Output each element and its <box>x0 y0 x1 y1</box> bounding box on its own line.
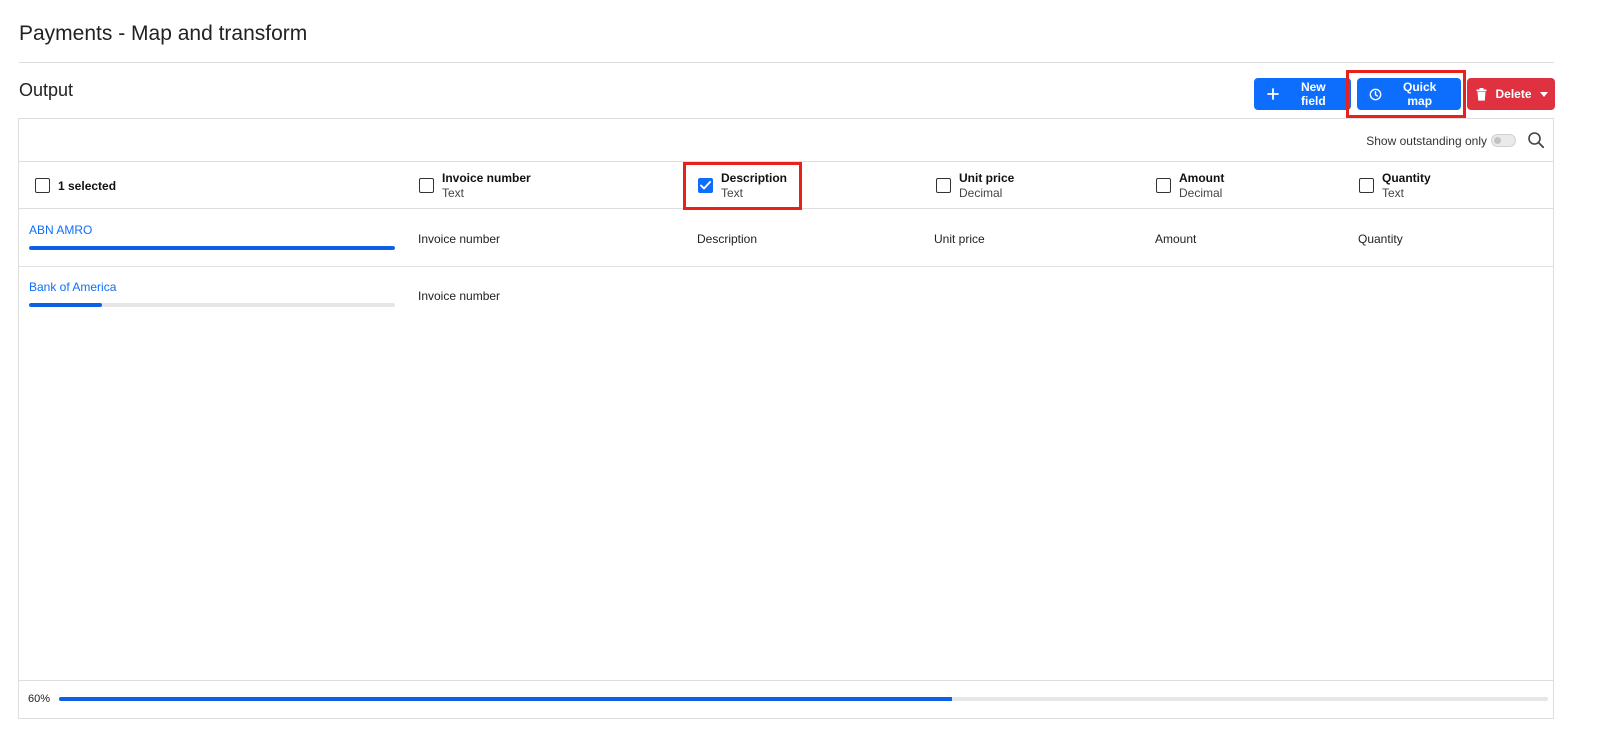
page-title: Payments - Map and transform <box>19 22 308 45</box>
toggle-knob <box>1494 137 1501 144</box>
column-header-amount: Amount Decimal <box>1156 162 1224 209</box>
column-name: Quantity <box>1382 170 1431 185</box>
caret-down-icon <box>1539 87 1548 101</box>
show-outstanding-toggle[interactable] <box>1491 134 1516 147</box>
select-all-checkbox[interactable] <box>35 178 50 193</box>
row-progress-bar <box>29 303 395 307</box>
column-checkbox-quantity[interactable] <box>1359 178 1374 193</box>
show-outstanding-label: Show outstanding only <box>1366 134 1487 148</box>
column-header-invoice-number: Invoice number Text <box>419 162 531 209</box>
column-checkbox-unit-price[interactable] <box>936 178 951 193</box>
plus-icon <box>1266 87 1280 101</box>
filter-bar: Show outstanding only <box>19 119 1553 162</box>
column-checkbox-amount[interactable] <box>1156 178 1171 193</box>
mapped-cell[interactable]: Quantity <box>1358 232 1403 246</box>
delete-label: Delete <box>1495 87 1532 101</box>
row-progress-fill <box>29 246 395 250</box>
delete-dropdown-button[interactable]: Delete <box>1467 78 1555 110</box>
mapped-cell[interactable]: Amount <box>1155 232 1196 246</box>
overall-progress-footer: 60% <box>19 680 1553 718</box>
selected-count: 1 selected <box>58 178 117 193</box>
column-name: Unit price <box>959 170 1015 185</box>
column-type: Decimal <box>959 185 1003 200</box>
mapped-cell[interactable]: Invoice number <box>418 232 500 246</box>
overall-progress-bar <box>59 697 1548 701</box>
row-source-link[interactable]: Bank of America <box>29 280 116 294</box>
quick-map-highlight <box>1346 70 1466 118</box>
search-icon[interactable] <box>1527 131 1545 149</box>
title-divider <box>19 62 1554 63</box>
select-all-header: 1 selected <box>35 162 116 209</box>
row-source-link[interactable]: ABN AMRO <box>29 223 92 237</box>
overall-progress-fill <box>59 697 953 701</box>
column-name: Invoice number <box>442 170 531 185</box>
table-row: ABN AMRO Invoice number Description Unit… <box>19 210 1553 267</box>
mapped-cell[interactable]: Invoice number <box>418 289 500 303</box>
new-field-button[interactable]: New field <box>1254 78 1351 110</box>
section-title-output: Output <box>19 80 74 100</box>
column-checkbox-invoice-number[interactable] <box>419 178 434 193</box>
column-header-unit-price: Unit price Decimal <box>936 162 1014 209</box>
trash-icon <box>1476 87 1487 101</box>
column-type: Text <box>1382 185 1405 200</box>
description-column-highlight <box>683 162 802 210</box>
column-type: Text <box>442 185 465 200</box>
column-name: Amount <box>1179 170 1225 185</box>
row-progress-bar <box>29 246 395 250</box>
mapped-cell[interactable]: Description <box>697 232 757 246</box>
column-header-quantity: Quantity Text <box>1359 162 1431 209</box>
column-type: Decimal <box>1179 185 1223 200</box>
new-field-label: New field <box>1300 80 1326 108</box>
mapped-cell[interactable]: Unit price <box>934 232 985 246</box>
table-row: Bank of America Invoice number <box>19 267 1553 324</box>
overall-progress-label: 60% <box>28 693 51 705</box>
row-progress-fill <box>29 303 103 307</box>
